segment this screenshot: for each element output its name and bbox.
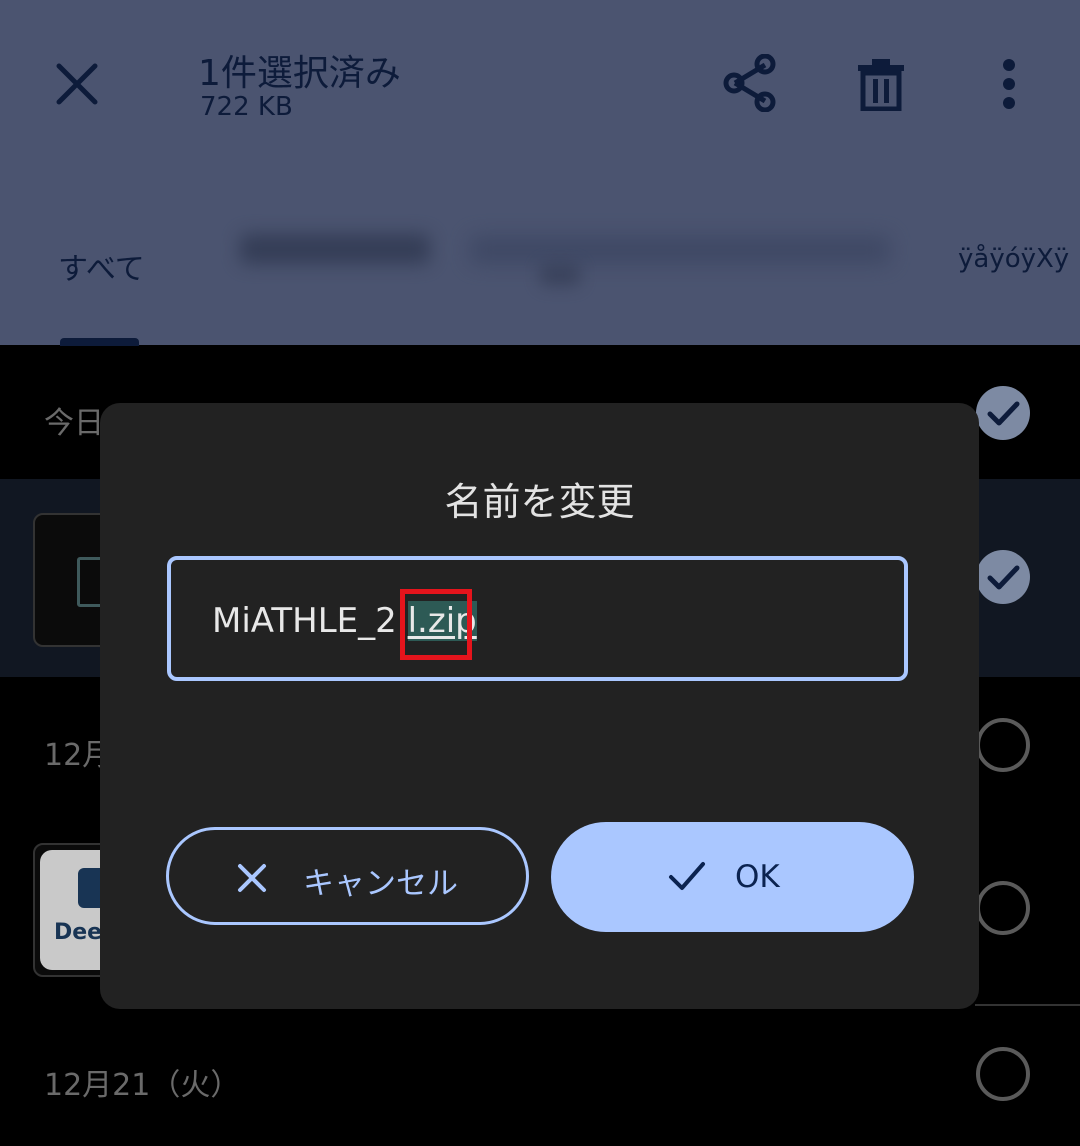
tab-garbled[interactable]: ÿåÿóÿXÿ	[958, 244, 1069, 274]
filename-input[interactable]: MiATHLE_2.l.zip	[167, 556, 908, 681]
close-icon[interactable]	[50, 57, 104, 111]
cancel-label: キャンセル	[303, 866, 458, 902]
date-header-today: 今日	[44, 406, 104, 441]
trash-icon[interactable]	[856, 57, 906, 111]
rename-dialog: 名前を変更 MiATHLE_2.l.zip キャンセル OK	[100, 403, 979, 1009]
selection-size: 722 KB	[200, 92, 293, 122]
tab-indicator	[60, 338, 139, 346]
dialog-title: 名前を変更	[444, 480, 635, 524]
cancel-button[interactable]: キャンセル	[166, 827, 529, 925]
ok-button[interactable]: OK	[551, 822, 914, 932]
share-icon[interactable]	[722, 54, 778, 112]
date-header-dec21: 12月21（火）	[44, 1068, 241, 1103]
checked-circle-icon[interactable]	[975, 385, 1031, 441]
unchecked-circle-icon[interactable]	[975, 880, 1031, 936]
tab-blurred[interactable]	[240, 228, 900, 292]
unchecked-circle-icon[interactable]	[975, 717, 1031, 773]
more-vert-icon[interactable]	[994, 58, 1024, 110]
tab-all[interactable]: すべて	[58, 244, 145, 288]
checked-circle-icon[interactable]	[975, 549, 1031, 605]
unchecked-circle-icon[interactable]	[975, 1046, 1031, 1102]
thumbnail-text: Dee	[54, 920, 103, 945]
selection-count: 1件選択済み	[198, 53, 401, 94]
highlight-annotation	[400, 589, 472, 660]
close-icon	[238, 864, 266, 892]
check-icon	[669, 862, 705, 890]
ok-label: OK	[735, 859, 780, 895]
top-app-bar: 1件選択済み 722 KB すべて ÿåÿóÿXÿ	[0, 0, 1080, 346]
filename-prefix: MiATHLE_2.	[212, 601, 408, 641]
divider	[975, 1004, 1080, 1006]
